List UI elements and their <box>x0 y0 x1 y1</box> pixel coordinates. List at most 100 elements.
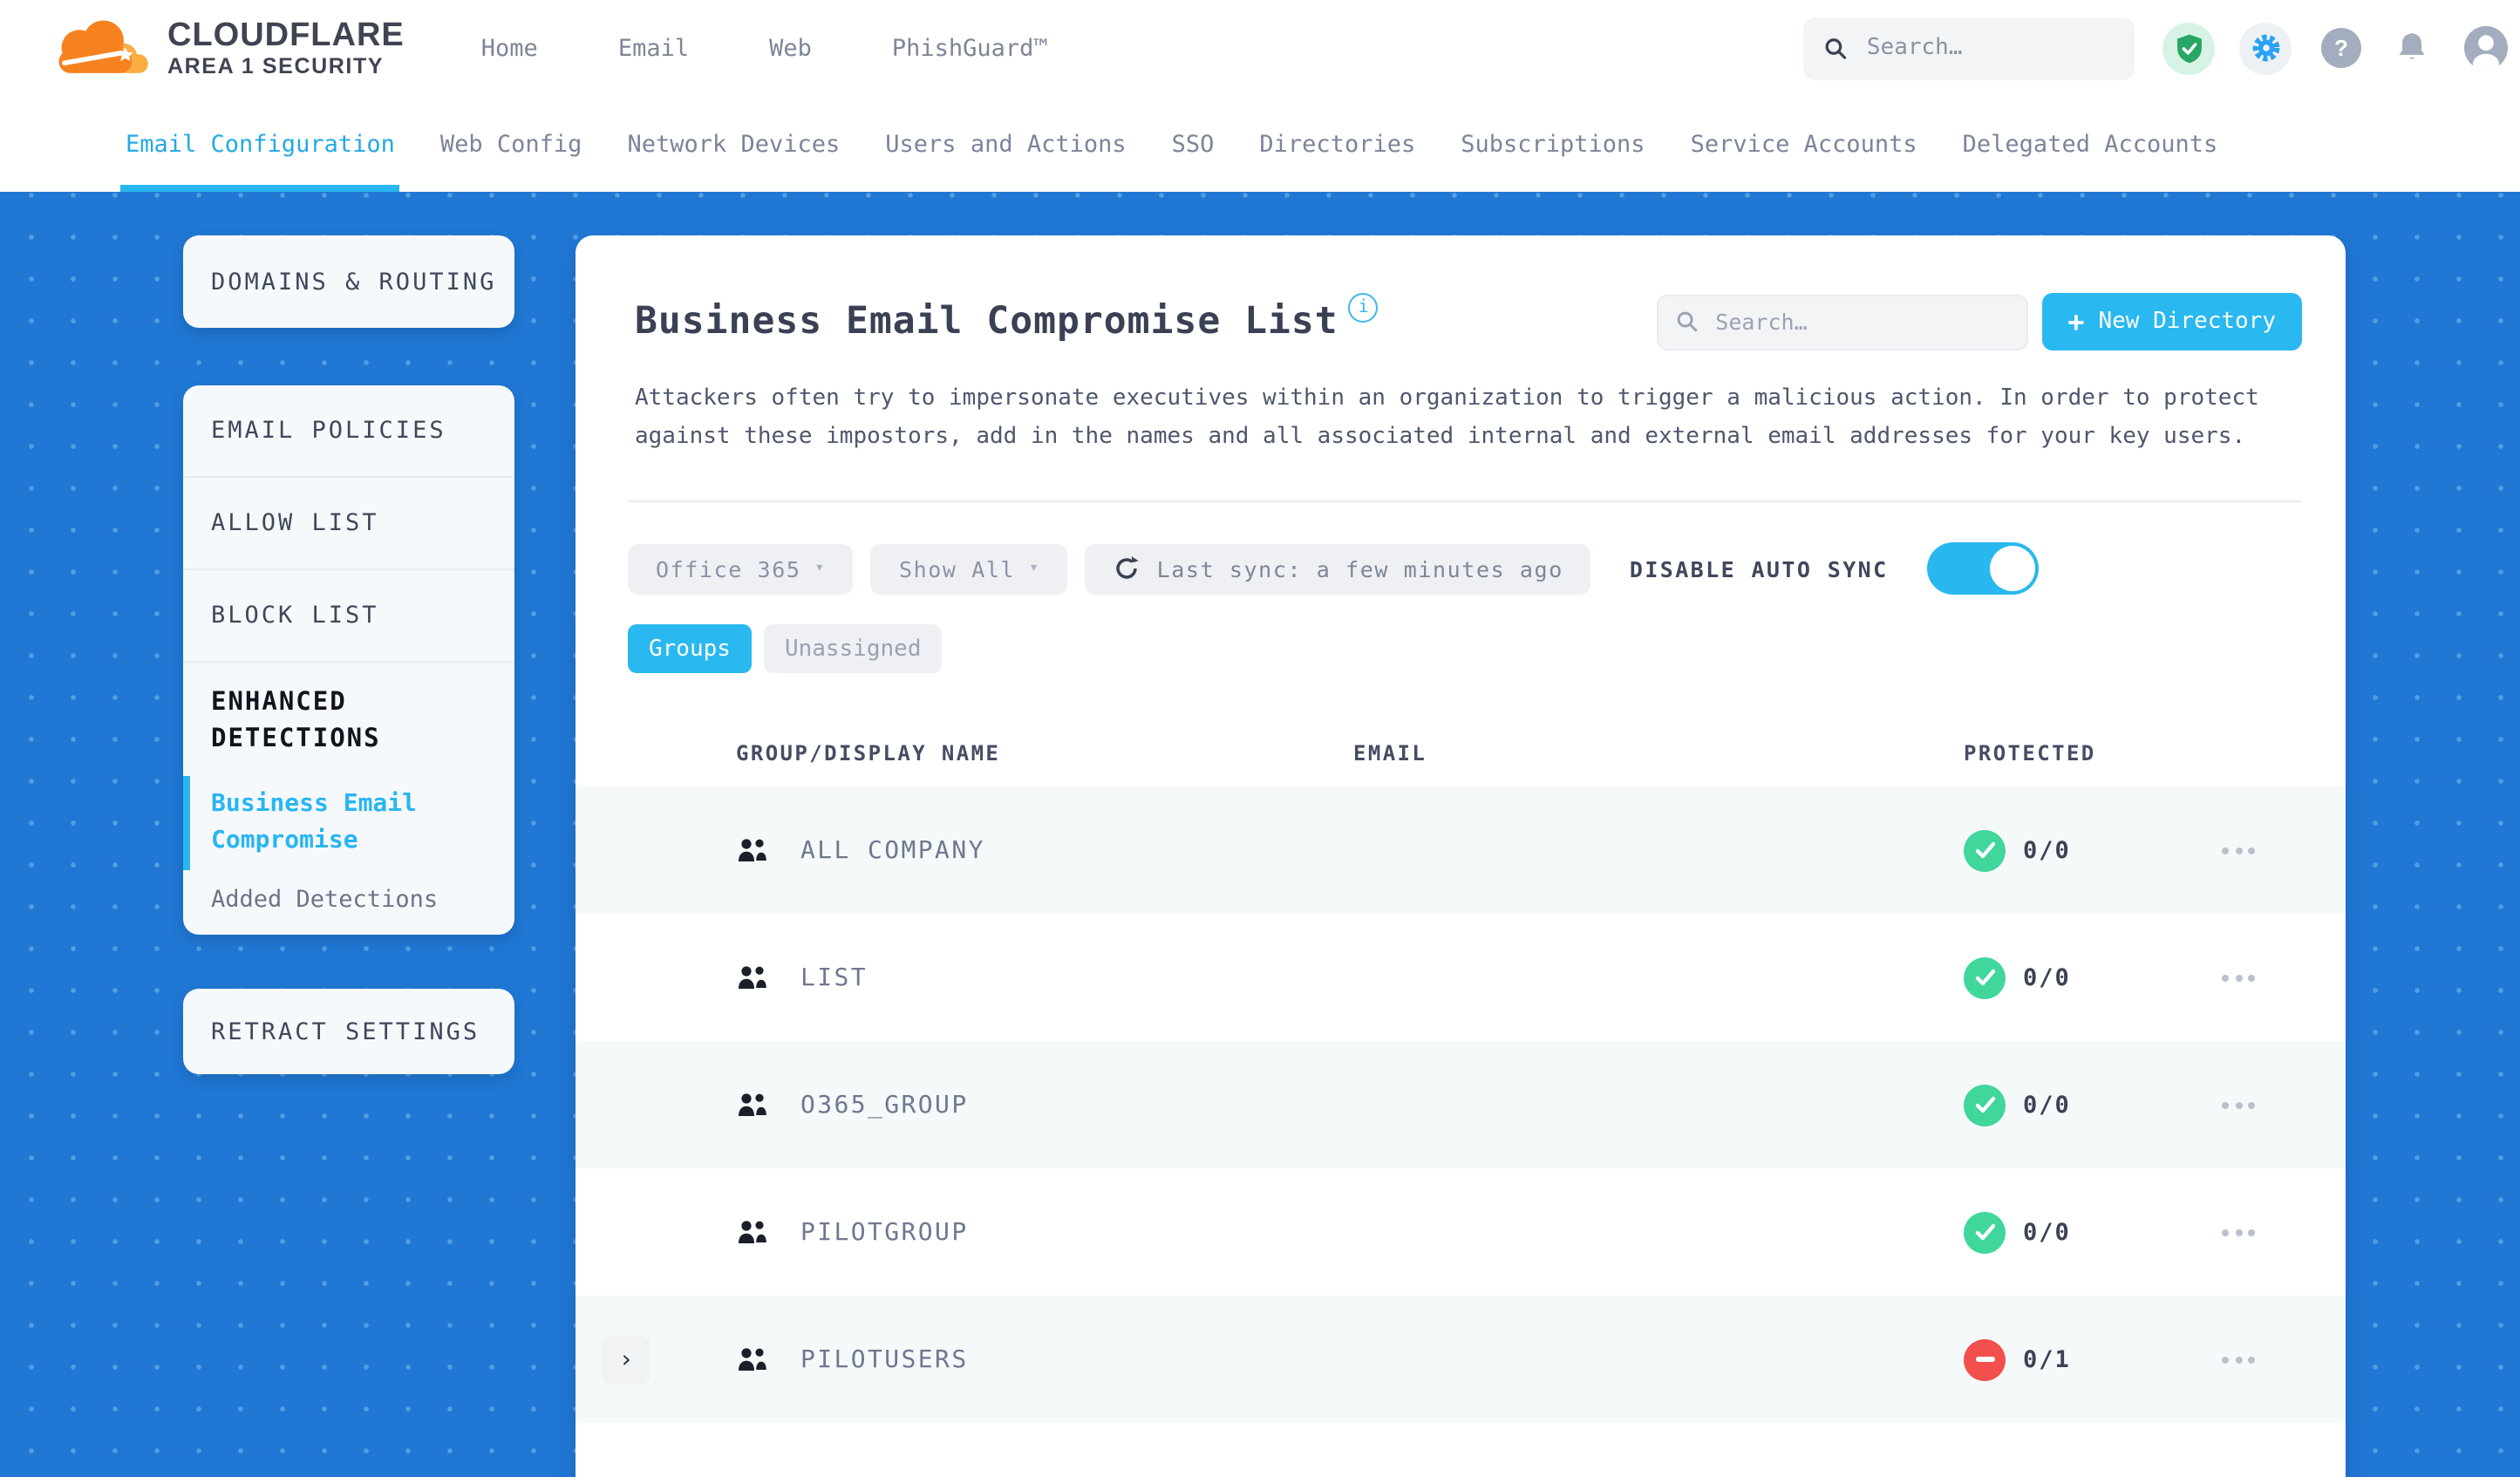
list-search-input[interactable] <box>1712 307 2009 337</box>
top-header: CLOUDFLARE AREA 1 SECURITY Home Email We… <box>0 0 2520 98</box>
column-header-name: GROUP/DISPLAY NAME <box>736 741 1001 766</box>
refresh-icon <box>1116 556 1140 579</box>
group-name: ALL COMPANY <box>800 836 985 864</box>
protected-count: 0/0 <box>2023 1218 2071 1246</box>
chevron-down-icon: ▾ <box>1029 560 1040 577</box>
chevron-down-icon: ▾ <box>814 560 826 577</box>
nav-web[interactable]: Web <box>769 34 812 62</box>
tab-users-and-actions[interactable]: Users and Actions <box>885 96 1126 192</box>
auto-sync-toggle[interactable] <box>1926 542 2039 595</box>
sidebar-policies-card: EMAIL POLICIES ALLOW LIST BLOCK LIST ENH… <box>183 385 514 935</box>
brand-subtitle: AREA 1 SECURITY <box>167 53 385 78</box>
group-name: PILOTGROUP <box>800 1218 969 1246</box>
sidebar-item-added-detections[interactable]: Added Detections <box>183 870 514 929</box>
row-menu-button[interactable] <box>2222 1345 2255 1373</box>
row-menu-button[interactable] <box>2222 836 2255 864</box>
protected-count: 0/0 <box>2023 1091 2071 1119</box>
directory-select[interactable]: Office 365 ▾ <box>628 543 854 594</box>
protected-status-icon <box>1964 829 2006 871</box>
last-sync-button[interactable]: Last sync: a few minutes ago <box>1085 543 1591 594</box>
group-name: O365_GROUP <box>800 1091 969 1119</box>
nav-email[interactable]: Email <box>618 34 689 62</box>
column-header-email: EMAIL <box>1353 741 1427 766</box>
page-description: Attackers often try to impersonate execu… <box>635 385 2259 449</box>
notifications-button[interactable] <box>2393 28 2431 68</box>
primary-nav: Home Email Web PhishGuard™ <box>481 34 1048 62</box>
table-row[interactable]: O365_GROUP 0/0 <box>576 1041 2346 1168</box>
tab-groups[interactable]: Groups <box>628 624 752 673</box>
table-row[interactable]: PILOTGROUP 0/0 <box>576 1168 2346 1296</box>
cloudflare-cloud-icon <box>58 19 148 72</box>
expand-row-button[interactable]: › <box>602 1335 650 1384</box>
sidebar-item-allow-list[interactable]: ALLOW LIST <box>183 478 514 570</box>
tab-unassigned[interactable]: Unassigned <box>763 624 943 673</box>
tab-delegated-accounts[interactable]: Delegated Accounts <box>1963 96 2218 192</box>
group-name: PILOTUSERS <box>800 1345 969 1373</box>
gear-icon <box>2251 34 2279 62</box>
tab-sso[interactable]: SSO <box>1172 96 1215 192</box>
help-button[interactable]: ? <box>2321 28 2361 68</box>
auto-sync-label: DISABLE AUTO SYNC <box>1629 555 1889 582</box>
row-menu-button[interactable] <box>2222 1091 2255 1119</box>
global-search[interactable] <box>1803 17 2135 79</box>
tab-email-configuration[interactable]: Email Configuration <box>119 96 401 192</box>
settings-button[interactable] <box>2239 22 2292 74</box>
sidebar-item-enhanced-detections[interactable]: ENHANCED DETECTIONS <box>183 663 514 776</box>
cloudflare-logo[interactable]: CLOUDFLARE AREA 1 SECURITY <box>45 11 405 85</box>
bell-icon <box>2399 33 2425 59</box>
show-filter-select[interactable]: Show All ▾ <box>870 543 1068 594</box>
topbar-actions: ? <box>1803 17 2510 79</box>
view-tabs: Groups Unassigned <box>628 624 2346 673</box>
group-icon <box>739 1348 766 1371</box>
group-name: LIST <box>800 963 868 991</box>
protected-status-icon <box>1964 1211 2006 1253</box>
user-avatar-icon <box>2463 25 2509 71</box>
shield-check-icon <box>2176 33 2201 63</box>
tab-directories[interactable]: Directories <box>1259 96 1415 192</box>
sidebar-item-business-email-compromise[interactable]: Business Email Compromise <box>183 776 514 870</box>
chevron-right-icon: › <box>618 1345 634 1373</box>
group-icon <box>739 1093 766 1116</box>
global-search-input[interactable] <box>1863 33 2114 63</box>
group-icon <box>739 966 766 989</box>
info-icon[interactable]: i <box>1348 293 1379 323</box>
table-row[interactable]: LIST 0/0 <box>576 914 2346 1041</box>
protected-status-icon <box>1964 1084 2006 1126</box>
new-directory-button[interactable]: + New Directory <box>2041 293 2302 351</box>
row-menu-button[interactable] <box>2222 963 2255 991</box>
account-button[interactable] <box>2462 24 2510 71</box>
toggle-knob <box>1989 546 2035 591</box>
tab-subscriptions[interactable]: Subscriptions <box>1461 96 1645 192</box>
security-status-button[interactable] <box>2162 22 2215 74</box>
column-header-protected: PROTECTED <box>1964 741 2096 766</box>
groups-table: GROUP/DISPLAY NAME EMAIL PROTECTED ALL C… <box>576 720 2346 1423</box>
table-row[interactable]: › PILOTUSERS 0/1 <box>576 1296 2346 1423</box>
divider <box>628 500 2302 502</box>
app-window: CLOUDFLARE AREA 1 SECURITY Home Email We… <box>0 0 2520 1477</box>
group-icon <box>739 839 766 861</box>
tab-network-devices[interactable]: Network Devices <box>627 96 840 192</box>
protected-count: 0/0 <box>2023 963 2071 991</box>
protected-count: 0/1 <box>2023 1345 2071 1373</box>
sidebar-item-email-policies[interactable]: EMAIL POLICIES <box>183 385 514 478</box>
sidebar-item-block-list[interactable]: BLOCK LIST <box>183 570 514 663</box>
protected-status-icon <box>1964 956 2006 998</box>
brand-name: CLOUDFLARE <box>167 17 405 53</box>
tab-web-config[interactable]: Web Config <box>440 96 582 192</box>
group-icon <box>739 1221 766 1243</box>
row-menu-button[interactable] <box>2222 1218 2255 1246</box>
filter-toolbar: Office 365 ▾ Show All ▾ Last sync: a few… <box>628 542 2290 595</box>
help-icon: ? <box>2334 35 2348 61</box>
sidebar-item-retract-settings[interactable]: RETRACT SETTINGS <box>183 989 514 1074</box>
section-tabs: Email Configuration Web Config Network D… <box>0 96 2520 192</box>
bec-list-panel: Business Email Compromise List i + New D… <box>576 235 2346 1477</box>
search-icon <box>1825 37 1847 58</box>
tab-service-accounts[interactable]: Service Accounts <box>1691 96 1917 192</box>
nav-phishguard[interactable]: PhishGuard™ <box>892 34 1048 62</box>
plus-icon: + <box>2067 304 2085 337</box>
nav-home[interactable]: Home <box>481 34 538 62</box>
sidebar-item-domains-routing[interactable]: DOMAINS & ROUTING <box>183 235 514 328</box>
list-search[interactable] <box>1656 294 2028 350</box>
table-row[interactable]: ALL COMPANY 0/0 <box>576 786 2346 914</box>
protected-count: 0/0 <box>2023 836 2071 864</box>
